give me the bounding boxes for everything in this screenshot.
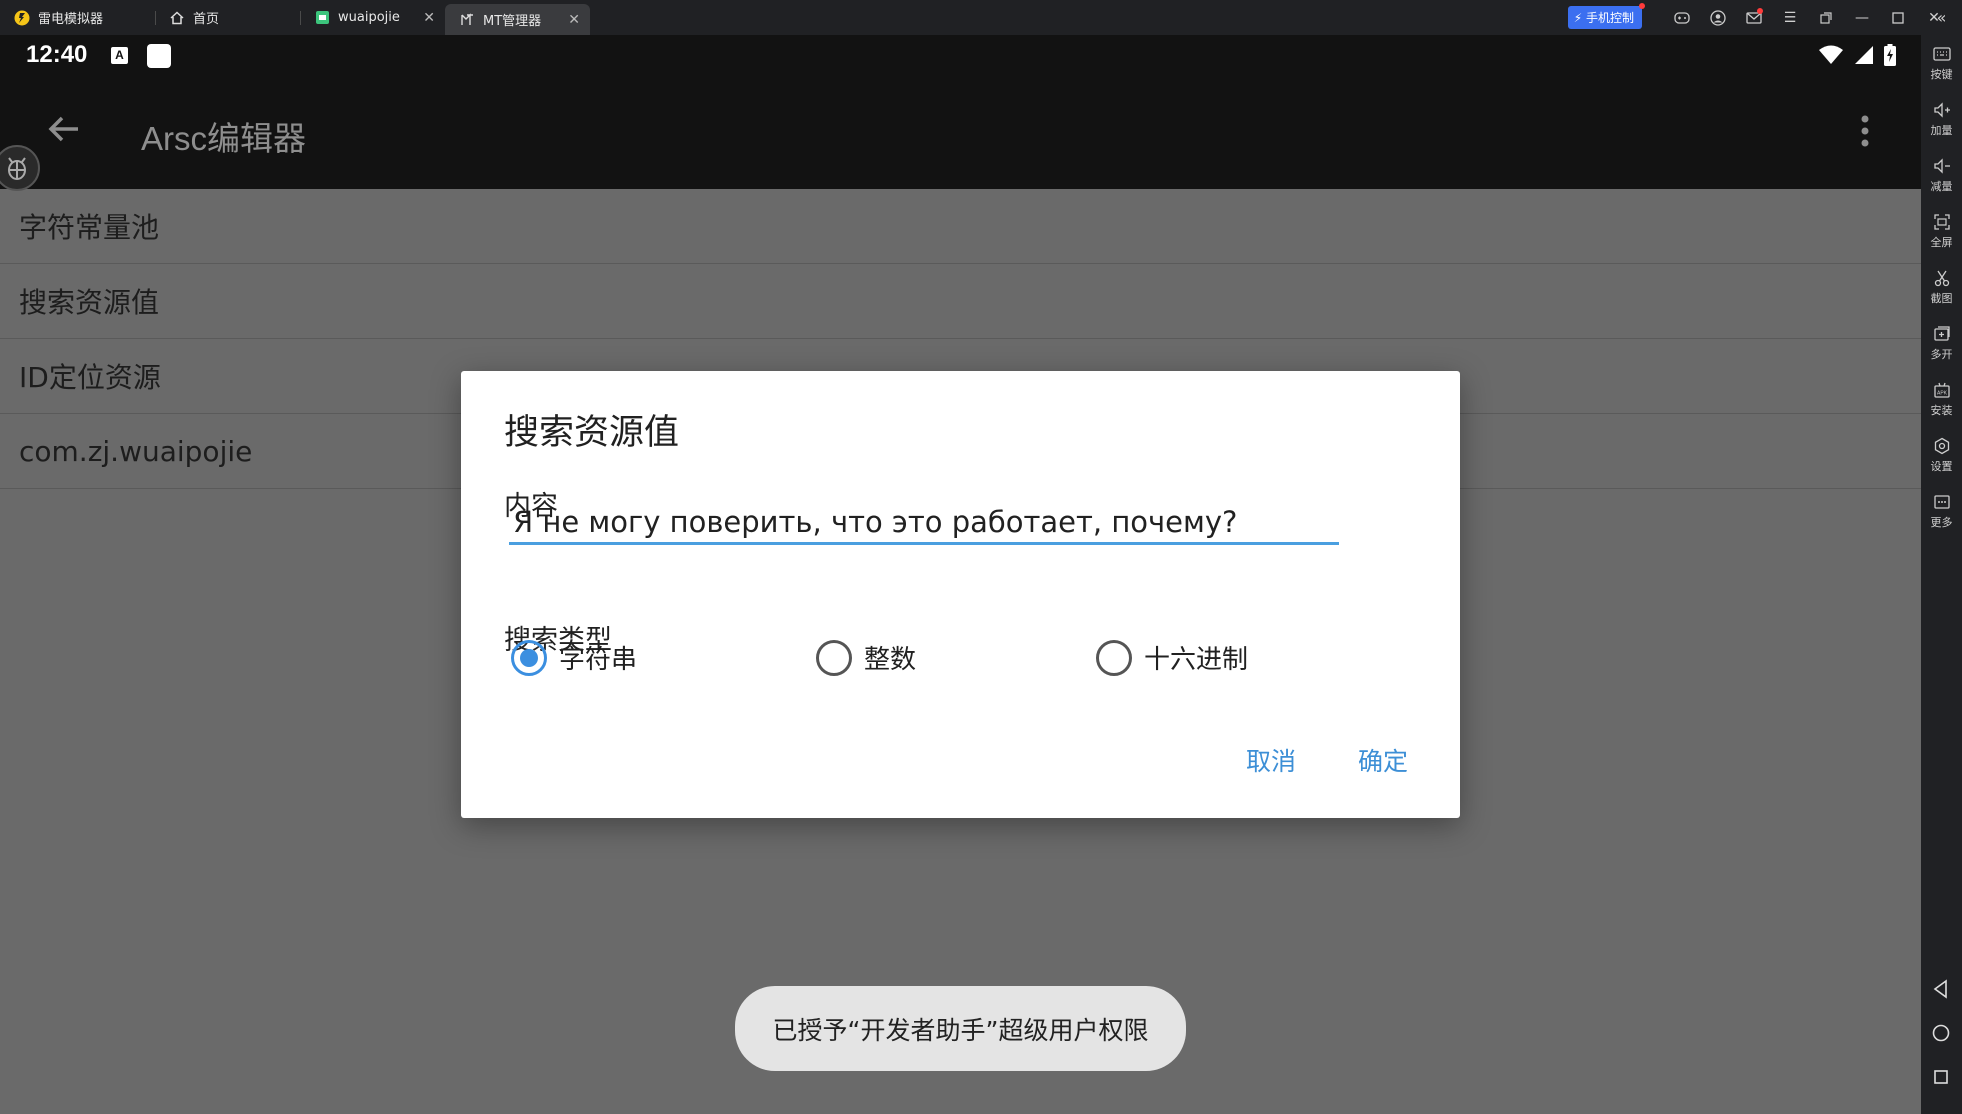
radio-string[interactable]: 字符串 [511,639,637,676]
maximize-icon[interactable] [1880,0,1916,35]
keyboard-icon [1932,46,1951,61]
tab-label: MT管理器 [483,14,542,29]
app-icon [314,10,330,26]
list-item-label: com.zj.wuaipojie [19,434,253,468]
back-arrow-icon[interactable] [44,109,84,149]
notification-square-icon [147,44,171,68]
close-tab-icon[interactable]: ✕ [568,12,580,28]
notification-dot [1639,3,1645,9]
sidebar-label: 多开 [1930,347,1953,361]
sidebar-label: 截图 [1930,291,1953,305]
emulator-logo-icon [14,10,30,26]
radio-unselected-icon [816,639,852,676]
mail-icon[interactable] [1736,0,1772,35]
account-icon[interactable] [1700,0,1736,35]
sidebar-item-volume-up[interactable]: 加量 [1921,91,1962,147]
close-tab-icon[interactable]: ✕ [423,10,435,26]
scissors-icon [1934,270,1949,286]
sidebar-label: 减量 [1930,179,1953,193]
sidebar-item-screenshot[interactable]: 截图 [1921,259,1962,315]
more-icon [1933,494,1950,509]
tab-label: wuaipojie [338,10,400,25]
radio-hex[interactable]: 十六进制 [1096,639,1248,676]
emulator-sidebar: 按键 加量 减量 全屏 截图 多开 APK 安装 设置 更多 [1921,35,1962,1114]
gamepad-icon[interactable] [1664,0,1700,35]
tab-emulator-app[interactable]: 雷电模拟器 [0,0,155,35]
sidebar-label: 更多 [1930,515,1953,529]
sidebar-item-install[interactable]: APK 安装 [1921,371,1962,427]
sidebar-label: 按键 [1930,67,1953,81]
sidebar-item-fullscreen[interactable]: 全屏 [1921,203,1962,259]
restore-window-icon[interactable] [1808,0,1844,35]
cancel-button[interactable]: 取消 [1246,742,1296,778]
list-item-search-value[interactable]: 搜索资源值 [0,264,1921,339]
list-item-label: 搜索资源值 [19,286,160,319]
status-bar: 12:40 A [0,35,1921,77]
page-title: Arsc编辑器 [141,120,306,157]
dialog-title: 搜索资源值 [504,413,680,453]
svg-text:APK: APK [1936,390,1947,396]
list-item-string-pool[interactable]: 字符常量池 [0,189,1921,264]
sidebar-label: 加量 [1930,123,1953,137]
sidebar-label: 安装 [1930,403,1953,417]
home-icon [169,10,185,26]
keyboard-badge-icon: A [111,47,128,64]
settings-icon [1934,437,1949,454]
android-back-icon[interactable] [1930,978,1952,1000]
tab-wuaipojie[interactable]: wuaipojie ✕ [300,0,445,35]
volume-down-icon [1933,157,1950,174]
app-toolbar: Arsc编辑器 [0,77,1921,189]
signal-icon [1854,45,1874,69]
wifi-icon [1818,45,1844,69]
volume-up-icon [1933,101,1950,118]
status-time: 12:40 [26,41,88,68]
radio-label: 字符串 [559,645,638,675]
menu-icon[interactable]: ☰ [1772,0,1808,35]
radio-unselected-icon [1096,639,1132,676]
fullscreen-icon [1933,213,1950,230]
tab-label: 雷电模拟器 [38,12,104,27]
multi-open-icon [1933,325,1950,341]
sidebar-label: 全屏 [1930,235,1953,249]
list-item-label: 字符常量池 [19,211,160,244]
tab-home[interactable]: 首页 [155,0,300,35]
sidebar-item-volume-down[interactable]: 减量 [1921,147,1962,203]
mt-app-icon [459,12,475,28]
ok-button[interactable]: 确定 [1358,742,1408,778]
android-home-icon[interactable] [1930,1022,1952,1044]
search-dialog: 搜索资源值 内容 搜索类型 字符串 整数 十六进制 取消 确定 [461,371,1460,818]
overflow-menu-icon[interactable] [1859,113,1871,149]
radio-label: 整数 [864,645,917,675]
list-item-label: ID定位资源 [19,361,161,394]
toast-message: 已授予“开发者助手”超级用户权限 [735,986,1186,1071]
notification-dot [1757,8,1763,14]
tab-mt-manager[interactable]: MT管理器 ✕ [445,4,590,35]
content-input[interactable] [509,501,1339,545]
radio-label: 十六进制 [1144,645,1249,675]
emulator-titlebar: 雷电模拟器 首页 wuaipojie ✕ MT管理器 ✕ ⚡ 手机控制 ☰ — … [0,0,1962,35]
sidebar-item-settings[interactable]: 设置 [1921,427,1962,483]
tab-label: 首页 [193,12,220,27]
phone-control-label: 手机控制 [1585,11,1634,25]
android-recents-icon[interactable] [1930,1066,1952,1088]
android-screen: 12:40 A Arsc编辑器 字符常量池 搜索资源值 ID定位资源 com.z… [0,35,1921,1114]
apk-install-icon: APK [1933,382,1950,398]
battery-icon [1884,44,1896,70]
sidebar-item-multi-open[interactable]: 多开 [1921,315,1962,371]
sidebar-label: 设置 [1930,459,1953,473]
sidebar-item-more[interactable]: 更多 [1921,483,1962,539]
phone-control-button[interactable]: ⚡ 手机控制 [1567,3,1645,29]
radio-integer[interactable]: 整数 [816,639,916,676]
lightning-icon: ⚡ [1573,11,1583,25]
radio-selected-icon [511,639,547,676]
collapse-sidebar-icon[interactable]: « [1921,0,1962,35]
sidebar-item-keys[interactable]: 按键 [1921,35,1962,91]
minimize-icon[interactable]: — [1844,0,1880,35]
